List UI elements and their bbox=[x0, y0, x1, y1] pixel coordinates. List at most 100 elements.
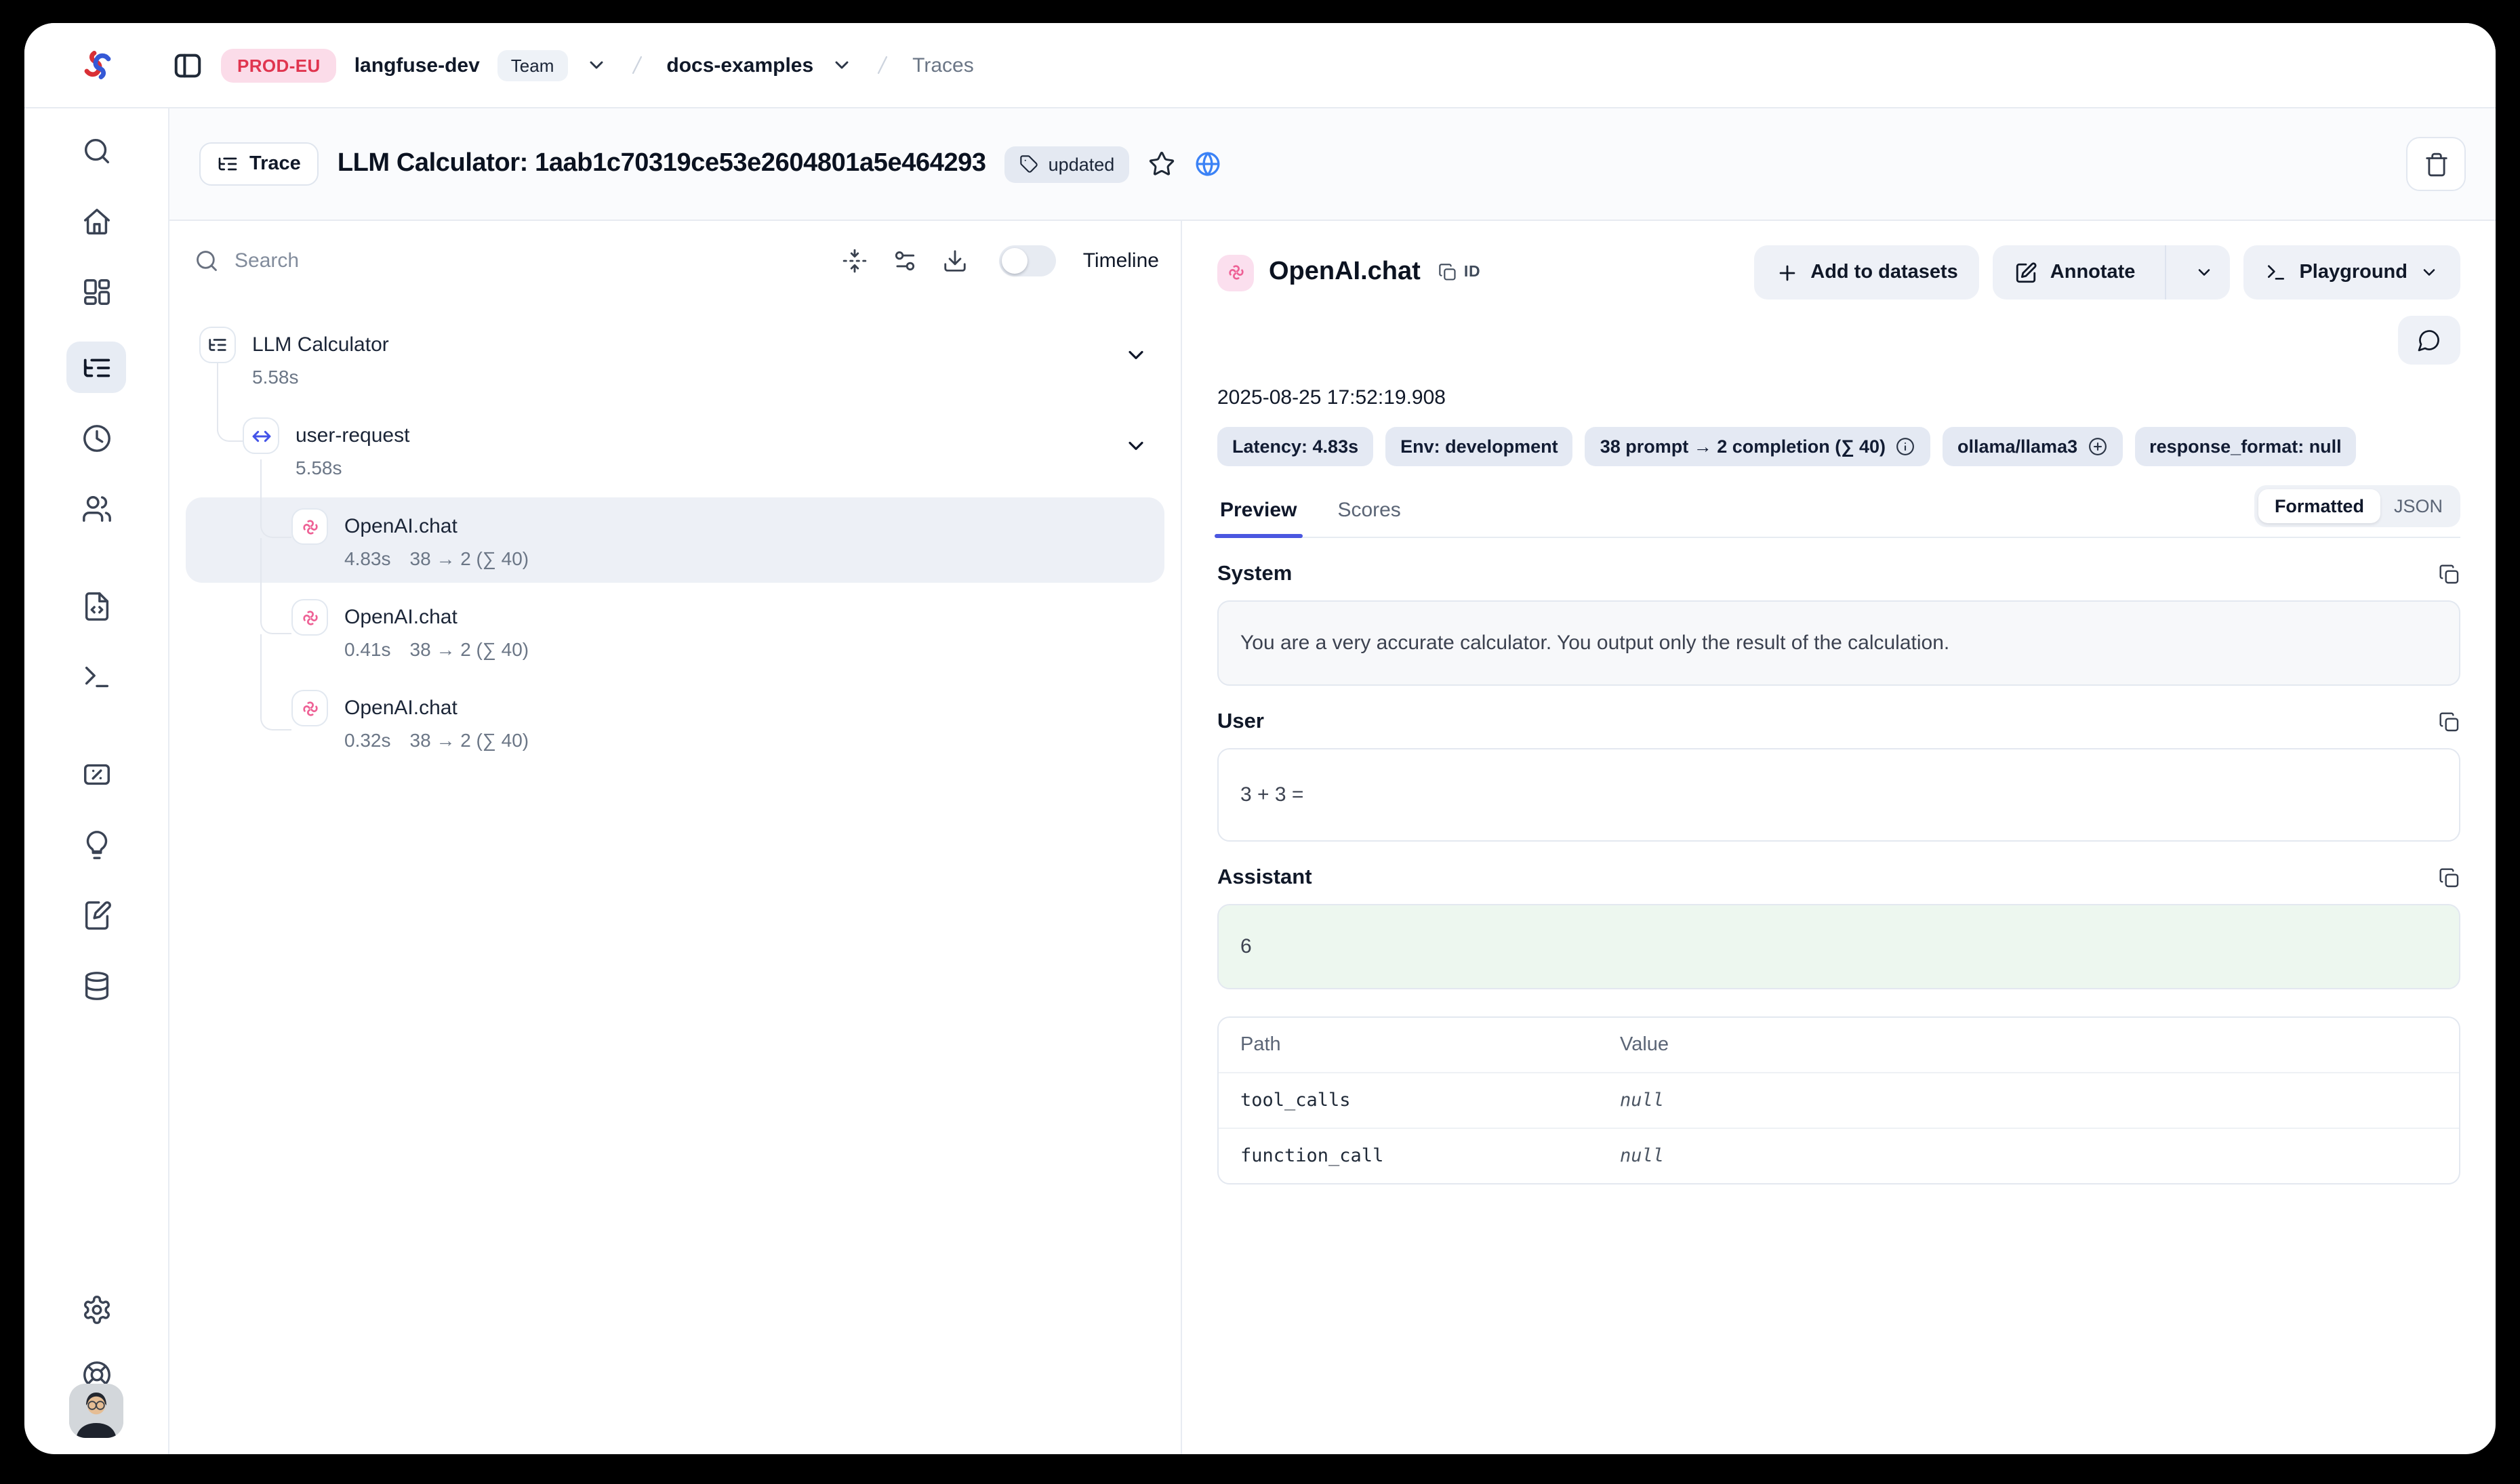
timeline-label: Timeline bbox=[1083, 249, 1159, 272]
annotate-button[interactable]: Annotate bbox=[1993, 245, 2153, 300]
openai-generation-icon bbox=[291, 690, 328, 726]
openai-generation-icon bbox=[291, 599, 328, 636]
user-section-label: User bbox=[1217, 710, 1264, 735]
info-icon bbox=[1895, 436, 1915, 457]
sidebar-item-evaluation[interactable] bbox=[66, 824, 126, 865]
observation-timestamp: 2025-08-25 17:52:19.908 bbox=[1217, 386, 2460, 409]
sidebar-item-search[interactable] bbox=[66, 130, 126, 171]
delete-trace-button[interactable] bbox=[2406, 137, 2466, 191]
download-icon[interactable] bbox=[942, 247, 968, 273]
breadcrumb-project[interactable]: docs-examples bbox=[666, 54, 813, 77]
sidebar-item-home[interactable] bbox=[66, 201, 126, 241]
pen-square-icon bbox=[2015, 261, 2038, 284]
token-usage-badge[interactable]: 38 prompt → 2 completion (∑ 40) bbox=[1585, 427, 1930, 466]
timeline-toggle[interactable] bbox=[999, 245, 1056, 276]
sidebar-item-settings[interactable] bbox=[66, 1289, 126, 1330]
breadcrumb-page[interactable]: Traces bbox=[912, 54, 974, 77]
sidebar-item-sessions[interactable] bbox=[66, 417, 126, 458]
table-cell-path: tool_calls bbox=[1240, 1090, 1620, 1111]
sidebar-item-users[interactable] bbox=[66, 488, 126, 529]
table-cell-value: null bbox=[1620, 1090, 1664, 1111]
node-tokens: 38 → 2 (∑ 40) bbox=[410, 729, 529, 751]
view-json-button[interactable]: JSON bbox=[2380, 489, 2456, 523]
id-label: ID bbox=[1464, 264, 1481, 281]
environment-badge[interactable]: PROD-EU bbox=[221, 48, 337, 82]
openai-generation-icon bbox=[1217, 254, 1254, 291]
collapse-chevron-icon[interactable] bbox=[1124, 343, 1148, 367]
table-row: function_call null bbox=[1219, 1128, 2459, 1183]
org-chevron-down-icon[interactable] bbox=[585, 54, 607, 76]
collapse-all-icon[interactable] bbox=[842, 247, 868, 273]
langfuse-logo-icon[interactable] bbox=[79, 47, 115, 83]
tree-node-span[interactable]: user-request 5.58s bbox=[186, 407, 1164, 492]
node-duration: 4.83s bbox=[344, 548, 391, 569]
search-input[interactable] bbox=[235, 249, 817, 272]
model-badge[interactable]: ollama/llama3 bbox=[1943, 427, 2122, 466]
node-name: OpenAI.chat bbox=[344, 606, 458, 629]
playground-label: Playground bbox=[2299, 262, 2407, 283]
env-badge: Env: development bbox=[1385, 427, 1573, 466]
tree-settings-icon[interactable] bbox=[892, 247, 918, 273]
annotate-split-button: Annotate bbox=[1993, 245, 2231, 300]
node-duration: 5.58s bbox=[296, 457, 342, 478]
collapse-chevron-icon[interactable] bbox=[1124, 434, 1148, 458]
latency-badge: Latency: 4.83s bbox=[1217, 427, 1373, 466]
trace-type-label: Trace bbox=[249, 153, 301, 175]
output-metadata-table: Path Value tool_calls null function_call… bbox=[1217, 1016, 2460, 1184]
copy-id-button[interactable]: ID bbox=[1438, 263, 1481, 282]
copy-icon bbox=[1438, 263, 1457, 282]
table-header-path: Path bbox=[1240, 1034, 1620, 1056]
app-window: PROD-EU langfuse-dev Team docs-examples … bbox=[24, 23, 2496, 1454]
tree-connector bbox=[260, 634, 291, 730]
breadcrumb-separator bbox=[870, 53, 895, 77]
tree-toolbar: Timeline bbox=[169, 221, 1181, 300]
tab-preview[interactable]: Preview bbox=[1217, 491, 1299, 537]
system-message: You are a very accurate calculator. You … bbox=[1217, 600, 2460, 686]
view-formatted-button[interactable]: Formatted bbox=[2258, 489, 2380, 523]
breadcrumb-separator bbox=[624, 53, 649, 77]
playground-button[interactable]: Playground bbox=[2243, 245, 2460, 300]
tree-node-trace[interactable]: LLM Calculator 5.58s bbox=[186, 316, 1164, 401]
sidebar-item-playground[interactable] bbox=[66, 656, 126, 697]
bookmark-star-icon[interactable] bbox=[1148, 150, 1175, 178]
table-cell-value: null bbox=[1620, 1145, 1664, 1167]
observation-badges: Latency: 4.83s Env: development 38 promp… bbox=[1217, 427, 2460, 466]
copy-icon[interactable] bbox=[2439, 867, 2460, 889]
annotate-label: Annotate bbox=[2050, 262, 2136, 283]
add-to-datasets-button[interactable]: Add to datasets bbox=[1753, 245, 1980, 300]
copy-icon[interactable] bbox=[2439, 712, 2460, 733]
tree-node-generation-selected[interactable]: OpenAI.chat 4.83s 38 → 2 (∑ 40) bbox=[186, 497, 1164, 583]
sidebar-item-annotation-queues[interactable] bbox=[66, 894, 126, 935]
sidebar-item-prompts[interactable] bbox=[66, 585, 126, 626]
span-icon bbox=[243, 417, 279, 454]
trace-tree-panel: Timeline LLM Calculator 5.58s bbox=[169, 221, 1182, 1454]
sidebar-toggle-icon[interactable] bbox=[172, 49, 203, 81]
node-tokens: 38 → 2 (∑ 40) bbox=[410, 638, 529, 660]
trace-header: Trace LLM Calculator: 1aab1c70319ce53e26… bbox=[169, 108, 2496, 220]
tree-node-generation[interactable]: OpenAI.chat 0.41s 38 → 2 (∑ 40) bbox=[186, 588, 1164, 674]
divider bbox=[2165, 245, 2166, 300]
plus-circle-icon bbox=[2087, 436, 2107, 457]
tree-connector bbox=[260, 459, 291, 538]
sidebar-item-datasets[interactable] bbox=[66, 965, 126, 1006]
assistant-message: 6 bbox=[1217, 904, 2460, 989]
search-icon bbox=[194, 247, 220, 273]
plus-icon bbox=[1775, 261, 1798, 284]
tag-label: updated bbox=[1049, 154, 1115, 174]
tree-connector bbox=[217, 363, 243, 442]
tree-node-generation[interactable]: OpenAI.chat 0.32s 38 → 2 (∑ 40) bbox=[186, 679, 1164, 764]
node-name: user-request bbox=[296, 424, 409, 447]
sidebar-item-scores[interactable] bbox=[66, 754, 126, 794]
sidebar-item-dashboards[interactable] bbox=[66, 271, 126, 312]
project-chevron-down-icon[interactable] bbox=[831, 54, 853, 76]
chevron-down-icon bbox=[2420, 263, 2439, 282]
public-globe-icon[interactable] bbox=[1194, 150, 1221, 178]
copy-icon[interactable] bbox=[2439, 564, 2460, 585]
tag-badge[interactable]: updated bbox=[1005, 146, 1130, 182]
annotate-dropdown-chevron-icon[interactable] bbox=[2178, 245, 2230, 300]
user-avatar[interactable] bbox=[69, 1384, 123, 1438]
sidebar-item-tracing[interactable] bbox=[66, 342, 126, 393]
comments-button[interactable] bbox=[2398, 316, 2460, 365]
tab-scores[interactable]: Scores bbox=[1335, 491, 1403, 537]
breadcrumb-org[interactable]: langfuse-dev bbox=[354, 54, 480, 77]
